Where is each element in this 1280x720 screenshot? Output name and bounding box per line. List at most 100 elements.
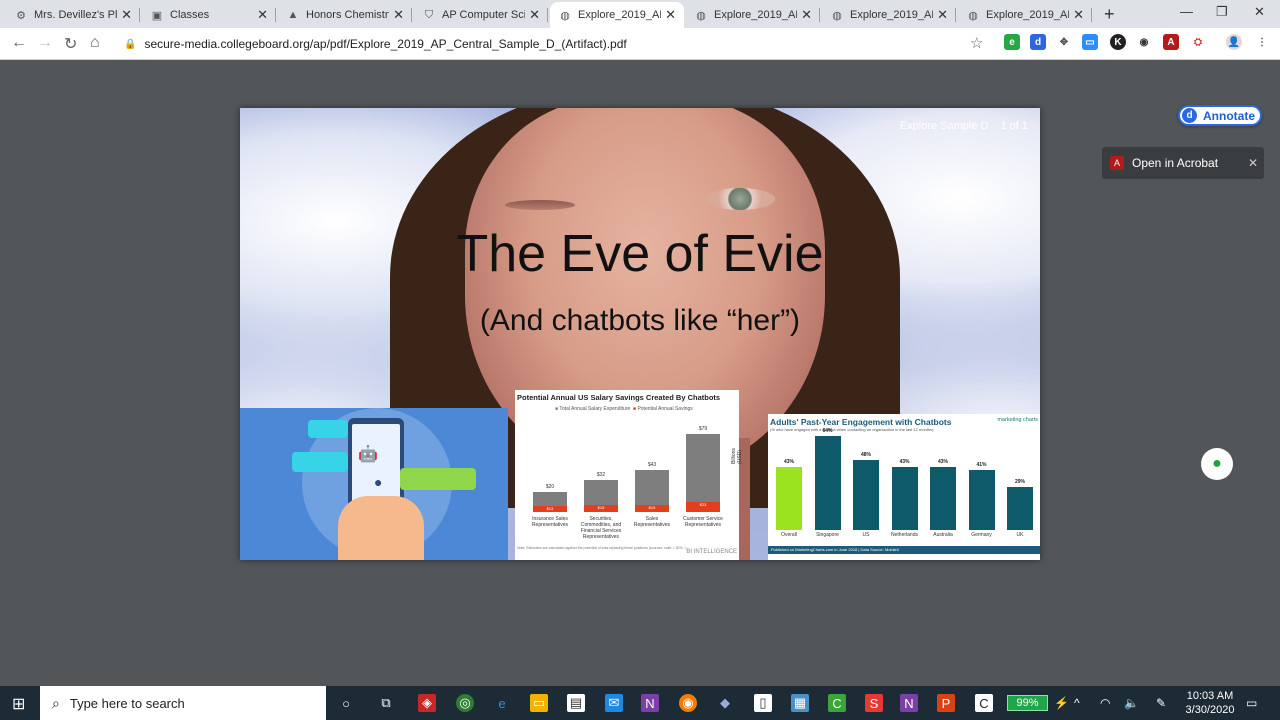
chrome-icon[interactable]: ◎ <box>456 694 474 712</box>
k-extension-icon[interactable]: K <box>1110 34 1126 50</box>
engagement-chart-category: Australia <box>933 532 953 538</box>
savings-chart-title: Potential Annual US Salary Savings Creat… <box>517 393 721 402</box>
record-extension-icon[interactable]: ◉ <box>1136 34 1152 50</box>
tab-title: Honors Chemistry <box>306 9 390 21</box>
powerpoint-icon[interactable]: P <box>937 694 955 712</box>
engagement-chart-category: Netherlands <box>891 532 918 538</box>
document-icon[interactable]: ▯ <box>754 694 772 712</box>
tab-4[interactable]: ⛉ AP Computer Scie ✕ <box>414 2 548 28</box>
back-button[interactable]: ← <box>11 34 27 52</box>
share-extension-icon[interactable]: ⛭ <box>1190 34 1206 50</box>
security-app-icon[interactable]: ◈ <box>418 694 436 712</box>
zoom-extension-icon[interactable]: ▭ <box>1082 34 1098 50</box>
taskbar-clock[interactable]: 10:03 AM 3/30/2020 <box>1180 689 1240 717</box>
new-tab-button[interactable]: + <box>1104 4 1115 25</box>
taskbar-search-placeholder: Type here to search <box>69 695 185 711</box>
tab-close-icon[interactable]: ✕ <box>801 7 812 23</box>
engagement-chart-category: Singapore <box>816 532 839 538</box>
camtasia-icon[interactable]: C <box>828 694 846 712</box>
power-plug-icon[interactable]: ⚡ <box>1054 696 1069 710</box>
tab-close-icon[interactable]: ✕ <box>121 7 132 23</box>
onenote-2-icon[interactable]: N <box>900 694 918 712</box>
bi-intelligence-logo: BI INTELLIGENCE <box>686 549 737 555</box>
pdf-doc-name: Explore Sample D <box>899 120 989 132</box>
slide-title: The Eve of Evie <box>456 225 824 283</box>
lock-icon: 🔒 <box>124 38 137 50</box>
puzzle-extension-icon[interactable]: ✥ <box>1056 34 1072 50</box>
close-acrobat-banner-icon[interactable]: ✕ <box>1248 156 1258 170</box>
acrobat-extension-icon[interactable]: A <box>1163 34 1179 50</box>
minimize-button[interactable]: — <box>1180 4 1193 19</box>
engagement-chart-category: Overall <box>781 532 797 538</box>
pdf-page-count: 1 of 1 <box>1000 120 1028 132</box>
savings-chart-category: Customer Service Representatives <box>683 516 723 528</box>
photos-icon[interactable]: ▦ <box>791 694 809 712</box>
battery-indicator[interactable]: 99% <box>1007 695 1048 711</box>
pdf-page: Explore Sample D 1 of 1 The Eve of Evie (… <box>240 108 1040 560</box>
tab-close-icon[interactable]: ✕ <box>257 7 268 23</box>
notification-icon[interactable]: ▭ <box>1246 696 1257 710</box>
cortana-icon[interactable]: ○ <box>337 694 355 712</box>
pen-icon[interactable]: ✎ <box>1156 696 1166 710</box>
savings-chart-footnote: Note: Estimates are calculated against t… <box>517 546 737 555</box>
firefox-icon[interactable]: ◉ <box>679 694 697 712</box>
portrait-eye-open <box>705 188 775 210</box>
s-app-icon[interactable]: S <box>865 694 883 712</box>
user-icon: ● <box>374 474 383 490</box>
tab-2[interactable]: ▣ Classes ✕ <box>142 2 276 28</box>
menu-icon[interactable]: ⋮ <box>1254 34 1270 50</box>
engagement-bar-label: 41% <box>976 461 987 468</box>
volume-icon[interactable]: 🔈 <box>1124 696 1139 710</box>
savings-bar-total-label: $20 <box>545 484 555 491</box>
home-button[interactable]: ⌂ <box>90 34 100 52</box>
tray-chevron-icon[interactable]: ^ <box>1074 696 1080 710</box>
reload-button[interactable]: ↻ <box>64 34 77 54</box>
windows-start-icon[interactable]: ⊞ <box>12 694 25 714</box>
engagement-bar-label: 43% <box>899 458 910 465</box>
tab-6[interactable]: ◍ Explore_2019_AP_ ✕ <box>686 2 820 28</box>
forward-button[interactable]: → <box>37 34 53 52</box>
tab-close-icon[interactable]: ✕ <box>665 7 676 23</box>
tab-8[interactable]: ◍ Explore_2019_AP_ ✕ <box>958 2 1092 28</box>
evernote-extension-icon[interactable]: e <box>1004 34 1020 50</box>
globe-icon: ◍ <box>560 9 570 22</box>
edge-icon[interactable]: e <box>493 694 511 712</box>
close-window-button[interactable]: ✕ <box>1254 4 1265 20</box>
search-icon: ⌕ <box>52 694 60 711</box>
bookmark-star-icon[interactable]: ☆ <box>970 34 983 52</box>
acrobat-icon: A <box>1110 156 1124 170</box>
wifi-icon[interactable]: ◠ <box>1100 696 1110 710</box>
tab-close-icon[interactable]: ✕ <box>1073 7 1084 23</box>
tab-close-icon[interactable]: ✕ <box>529 7 540 23</box>
evernote-floating-icon[interactable]: ● <box>1201 448 1233 480</box>
profile-avatar[interactable]: 👤 <box>1226 34 1242 50</box>
tab-1[interactable]: ⚙ Mrs. Devillez's Pla ✕ <box>6 2 140 28</box>
onenote-icon[interactable]: N <box>641 694 659 712</box>
tab-close-icon[interactable]: ✕ <box>393 7 404 23</box>
engagement-bar-label: 43% <box>783 458 794 465</box>
open-in-acrobat-banner[interactable]: A Open in Acrobat ✕ <box>1102 147 1264 179</box>
taskbar-search-box[interactable]: ⌕ Type here to search <box>40 686 326 720</box>
globe-icon: ◍ <box>968 9 978 22</box>
tab-7[interactable]: ◍ Explore_2019_AP_ ✕ <box>822 2 956 28</box>
address-bar[interactable]: 🔒 secure-media.collegeboard.org/ap/pdf/E… <box>118 32 996 56</box>
maximize-button[interactable]: ❐ <box>1216 4 1228 20</box>
savings-bar-total-label: $79 <box>698 425 708 432</box>
file-explorer-icon[interactable]: ▭ <box>530 694 548 712</box>
tab-close-icon[interactable]: ✕ <box>937 7 948 23</box>
dictionary-extension-icon[interactable]: d <box>1030 34 1046 50</box>
task-view-icon[interactable]: ⧉ <box>377 694 395 712</box>
tab-3[interactable]: ▲ Honors Chemistry ✕ <box>278 2 412 28</box>
open-in-acrobat-label: Open in Acrobat <box>1132 156 1219 170</box>
store-icon[interactable]: ▤ <box>567 694 585 712</box>
tab-5[interactable]: ◍ Explore_2019_AP_ ✕ <box>550 2 684 28</box>
c-app-icon[interactable]: C <box>975 694 993 712</box>
engagement-chart-subtitle: (% who have engaged with a chatbot when … <box>770 427 934 432</box>
mail-icon[interactable]: ✉ <box>605 694 623 712</box>
tab-title: Explore_2019_AP_ <box>850 9 933 21</box>
url-text: secure-media.collegeboard.org/ap/pdf/Exp… <box>144 37 627 51</box>
annotate-button[interactable]: d Annotate <box>1178 105 1262 126</box>
app-icon[interactable]: ◆ <box>716 694 734 712</box>
savings-bar-total-segment <box>584 480 618 506</box>
savings-bar: $32 $15 <box>584 472 618 512</box>
